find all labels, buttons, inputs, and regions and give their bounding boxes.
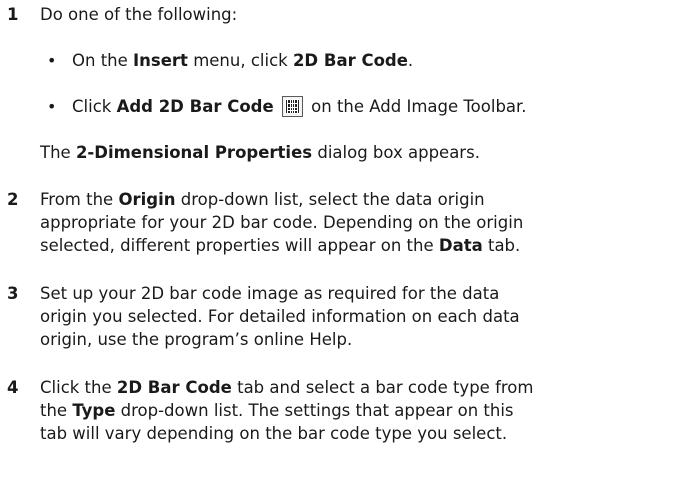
step-2-line-1: From the Origin drop-down list, select t… [40, 189, 485, 211]
data-tab-term: Data [438, 236, 483, 255]
step-4-line-2: the Type drop-down list. The settings th… [40, 400, 514, 422]
bullet-marker: • [47, 51, 57, 70]
instruction-document: 1 Do one of the following: • On the Inse… [0, 0, 673, 504]
step-1-bullet-toolbar: Click Add 2D Bar Code on the Add Image T… [72, 96, 527, 118]
step-1-text: Do one of the following: [40, 4, 237, 26]
dialog-name-term: 2-Dimensional Properties [75, 143, 313, 162]
insert-menu-term: Insert [133, 51, 188, 70]
step-2-line-3: selected, different properties will appe… [40, 235, 520, 257]
type-term: Type [72, 401, 116, 420]
text-segment: selected, different properties will appe… [40, 236, 439, 255]
text-segment: The [40, 143, 76, 162]
step-4-line-1: Click the 2D Bar Code tab and select a b… [40, 377, 533, 399]
text-segment: drop-down list. The settings that appear… [115, 401, 514, 420]
text-segment: tab and select a bar code type from [231, 378, 534, 397]
text-segment: dialog box appears. [312, 143, 480, 162]
text-segment: menu, click [187, 51, 293, 70]
step-4-number: 4 [7, 378, 19, 397]
step-2-line-2: appropriate for your 2D bar code. Depend… [40, 213, 524, 232]
text-segment: tab. [482, 236, 521, 255]
bullet-marker: • [47, 97, 57, 116]
text-segment: the [40, 401, 73, 420]
step-4-line-3: tab will vary depending on the bar code … [40, 424, 508, 443]
step-1-result: The 2-Dimensional Properties dialog box … [40, 142, 480, 164]
step-3-line-3: origin, use the program’s online Help. [40, 330, 353, 349]
text-segment: on the Add Image Toolbar. [305, 97, 527, 116]
2d-bar-code-tab-term: 2D Bar Code [116, 378, 232, 397]
step-3-line-2: origin you selected. For detailed inform… [40, 307, 520, 326]
origin-term: Origin [118, 190, 176, 209]
text-segment: From the [40, 190, 119, 209]
text-segment: On the [72, 51, 134, 70]
text-segment: . [407, 51, 414, 70]
step-3-number: 3 [7, 284, 19, 303]
step-3-line-1: Set up your 2D bar code image as require… [40, 284, 500, 303]
step-1-number: 1 [7, 5, 19, 24]
barcode-icon [281, 96, 303, 117]
add-2d-bar-code-term: Add 2D Bar Code [116, 97, 274, 116]
text-segment: Click the [40, 378, 117, 397]
text-segment: drop-down list, select the data origin [175, 190, 485, 209]
2d-bar-code-menu-term: 2D Bar Code [292, 51, 408, 70]
text-segment: Click [72, 97, 117, 116]
step-2-number: 2 [7, 190, 19, 209]
step-1-text-label: Do one of the following: [40, 5, 238, 24]
step-1-bullet-insert-menu: On the Insert menu, click 2D Bar Code. [72, 50, 413, 72]
